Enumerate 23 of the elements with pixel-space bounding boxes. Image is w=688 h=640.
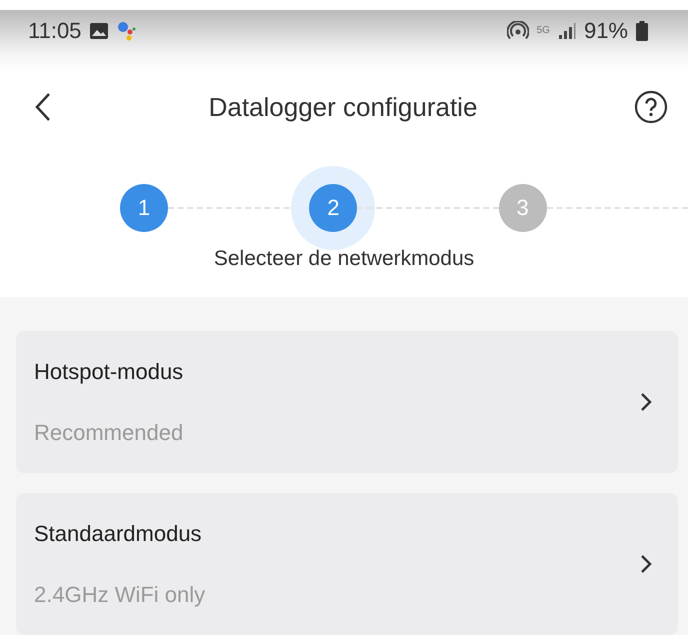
back-icon[interactable] — [34, 92, 52, 122]
mode-subtitle: 2.4GHz WiFi only — [34, 580, 206, 609]
mode-title: Standaardmodus — [34, 520, 203, 548]
image-icon — [89, 22, 110, 40]
chevron-right-icon — [640, 392, 652, 412]
mode-option[interactable]: Hotspot-modus Recommended — [16, 330, 678, 472]
step-indicator: 2 — [309, 184, 358, 232]
battery-level: 91% — [584, 17, 628, 45]
help-icon[interactable] — [634, 90, 668, 124]
chevron-right-icon — [640, 554, 652, 574]
step-caption: Selecteer de netwerkmodus — [214, 247, 474, 270]
battery-icon — [636, 20, 648, 40]
status-time: 11:05 — [28, 17, 82, 45]
mode-subtitle: Recommended — [34, 418, 184, 446]
step-indicator: 1 — [120, 184, 168, 232]
dots-icon — [117, 20, 138, 40]
step-indicator: 3 — [498, 184, 547, 232]
network-type: 5G — [536, 24, 550, 38]
hotspot-icon — [506, 20, 529, 40]
mode-option[interactable]: Standaardmodus 2.4GHz WiFi only — [16, 492, 678, 634]
page-title: Datalogger configuratie — [208, 90, 478, 124]
signal-icon — [558, 22, 576, 40]
mode-title: Hotspot-modus — [34, 358, 184, 386]
